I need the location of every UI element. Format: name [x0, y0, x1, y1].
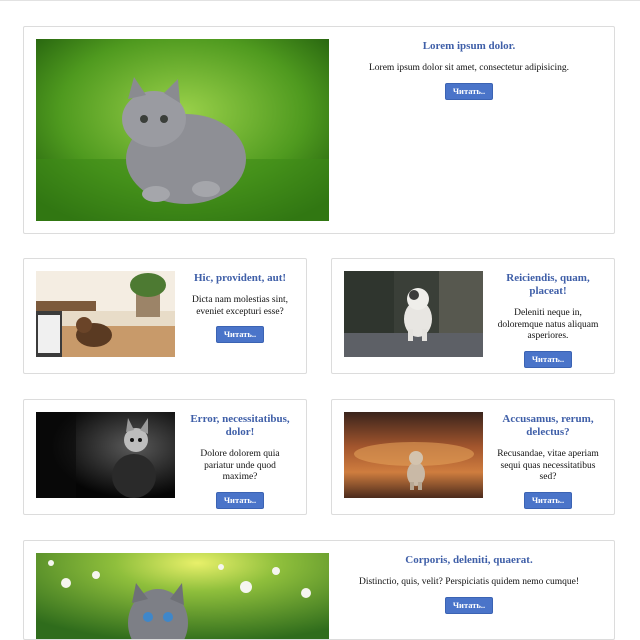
kitten-grass-image[interactable]	[36, 39, 329, 221]
article-card: Hic, provident, aut! Dicta nam molestias…	[23, 258, 307, 374]
card-description: Lorem ipsum dolor sit amet, consectetur …	[369, 63, 569, 73]
card-title: Accusamus, rerum, delectus?	[502, 413, 594, 438]
article-card: Accusamus, rerum, delectus? Recusandae, …	[331, 399, 615, 515]
card-description: Dicta nam molestias sint, eveniet except…	[191, 295, 289, 317]
top-divider	[0, 0, 640, 1]
read-more-button[interactable]: Читать..	[523, 350, 573, 368]
kitten-dark-image[interactable]	[36, 412, 175, 498]
read-more-button[interactable]: Читать..	[444, 82, 494, 100]
kitten-path-image[interactable]	[344, 271, 483, 357]
card-description: Dolore dolorem quia pariatur unde quod m…	[200, 449, 280, 482]
card-title: Corporis, deleniti, quaerat.	[405, 554, 533, 566]
card-title: Reiciendis, quam, placeat!	[506, 272, 590, 297]
kitten-sunset-image[interactable]	[344, 412, 483, 498]
card-description: Recusandae, vitae aperiam sequi quas nec…	[497, 449, 599, 482]
article-card: Lorem ipsum dolor. Lorem ipsum dolor sit…	[23, 26, 615, 234]
kitten-flowers-image[interactable]	[36, 553, 329, 639]
card-description: Deleniti neque in, doloremque natus aliq…	[497, 308, 599, 341]
article-card: Corporis, deleniti, quaerat. Distinctio,…	[23, 540, 615, 640]
kitten-piano-image[interactable]	[36, 271, 175, 357]
read-more-button[interactable]: Читать..	[444, 596, 494, 614]
read-more-button[interactable]: Читать..	[215, 326, 265, 343]
article-card: Reiciendis, quam, placeat! Deleniti nequ…	[331, 258, 615, 374]
card-title: Error, necessitatibus, dolor!	[190, 413, 290, 438]
read-more-button[interactable]: Читать..	[523, 491, 573, 509]
article-card: Error, necessitatibus, dolor! Dolore dol…	[23, 399, 307, 515]
read-more-button[interactable]: Читать..	[215, 491, 265, 509]
card-title: Lorem ipsum dolor.	[422, 40, 516, 52]
card-title: Hic, provident, aut!	[193, 272, 287, 284]
card-description: Distinctio, quis, velit? Perspiciatis qu…	[358, 577, 580, 587]
